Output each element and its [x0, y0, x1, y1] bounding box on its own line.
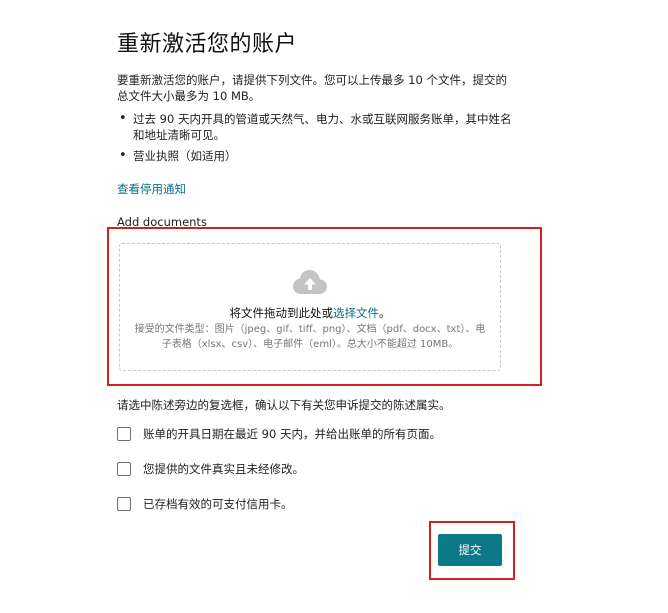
- checkbox[interactable]: [117, 497, 131, 511]
- checkbox-label: 您提供的文件真实且未经修改。: [143, 462, 304, 476]
- checkbox[interactable]: [117, 427, 131, 441]
- checkbox-row[interactable]: 账单的开具日期在最近 90 天内，并给出账单的所有页面。: [117, 426, 441, 442]
- checkbox-label: 账单的开具日期在最近 90 天内，并给出账单的所有页面。: [143, 427, 441, 441]
- requirement-item: 过去 90 天内开具的管道或天然气、电力、水或互联网服务账单，其中姓名和地址清晰…: [117, 111, 517, 143]
- requirements-list: 过去 90 天内开具的管道或天然气、电力、水或互联网服务账单，其中姓名和地址清晰…: [117, 111, 517, 169]
- checkbox[interactable]: [117, 462, 131, 476]
- confirm-instruction: 请选中陈述旁边的复选框，确认以下有关您申诉提交的陈述属实。: [117, 398, 451, 412]
- requirement-item: 营业执照（如适用）: [117, 148, 517, 164]
- upload-highlight-box: [107, 227, 542, 386]
- page-title: 重新激活您的账户: [117, 32, 298, 57]
- checkbox-row[interactable]: 您提供的文件真实且未经修改。: [117, 461, 304, 477]
- checkbox-row[interactable]: 已存档有效的可支付信用卡。: [117, 496, 293, 512]
- intro-text: 要重新激活您的账户，请提供下列文件。您可以上传最多 10 个文件，提交的总文件大…: [117, 73, 507, 103]
- deactivation-notice-link[interactable]: 查看停用通知: [117, 181, 186, 197]
- checkbox-label: 已存档有效的可支付信用卡。: [143, 497, 293, 511]
- submit-highlight-box: [429, 521, 515, 580]
